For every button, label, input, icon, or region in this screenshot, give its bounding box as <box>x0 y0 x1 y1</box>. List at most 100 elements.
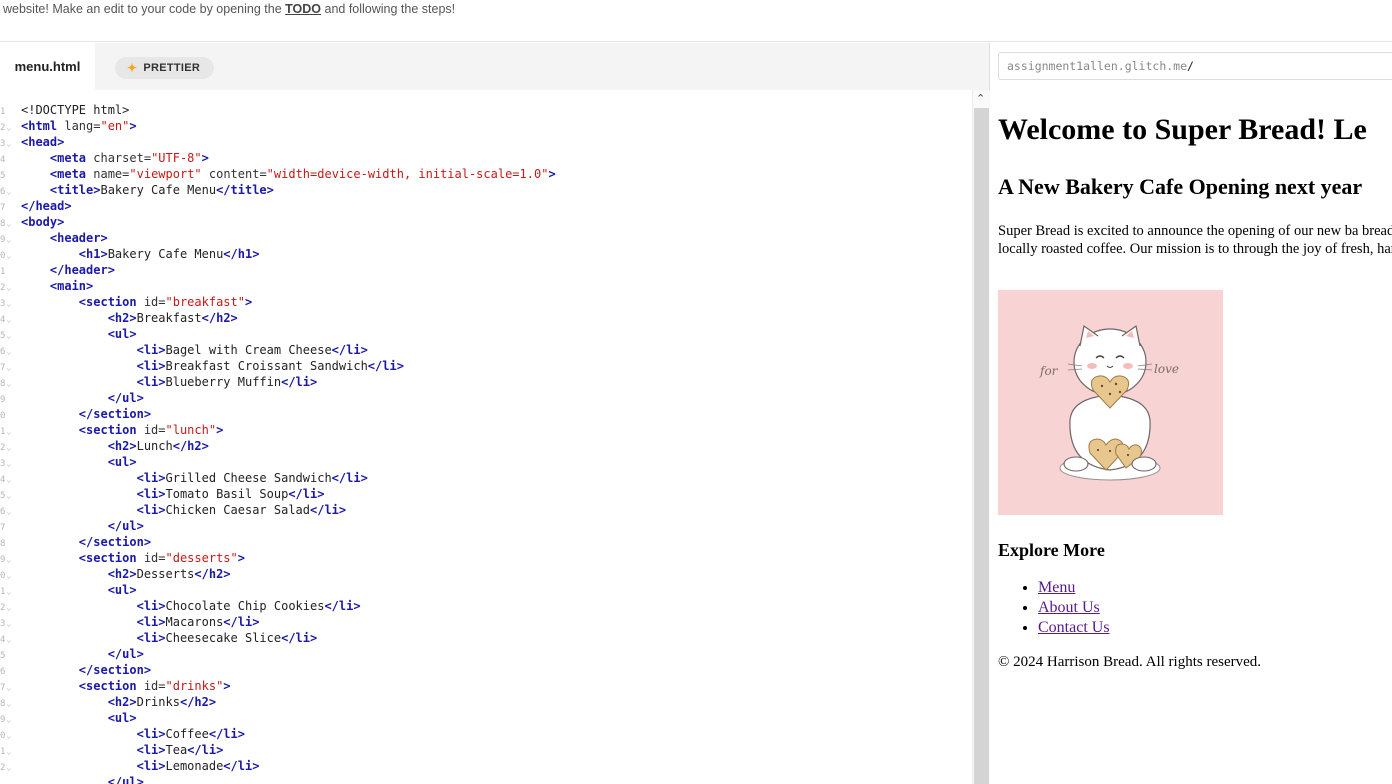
fold-chevron-icon[interactable]: ⌄ <box>6 219 11 228</box>
code-line[interactable]: <li>Bagel with Cream Cheese</li> <box>21 342 556 358</box>
code-line[interactable]: <li>Tomato Basil Soup</li> <box>21 486 556 502</box>
editor-scrollbar[interactable]: ⌃ <box>972 90 990 784</box>
code-line[interactable]: </section> <box>21 534 556 550</box>
code-line[interactable]: </section> <box>21 406 556 422</box>
code-token: Chocolate Chip Cookies <box>165 599 325 613</box>
fold-chevron-icon[interactable]: ⌄ <box>6 331 11 340</box>
fold-chevron-icon[interactable]: ⌄ <box>6 235 11 244</box>
code-token: <section <box>78 423 137 437</box>
code-line[interactable]: <li>Lemonade</li> <box>21 758 556 774</box>
code-token: Bagel with Cream Cheese <box>165 343 332 357</box>
code-line[interactable]: <main> <box>21 278 556 294</box>
code-line[interactable]: <li>Tea</li> <box>21 742 556 758</box>
code-line[interactable]: <!DOCTYPE html> <box>21 102 556 118</box>
code-line[interactable]: <html lang="en"> <box>21 118 556 134</box>
fold-chevron-icon[interactable]: ⌄ <box>6 587 11 596</box>
url-host: assignment1allen.glitch.me <box>1007 59 1188 73</box>
code-line[interactable]: <section id="breakfast"> <box>21 294 556 310</box>
fold-chevron-icon[interactable]: ⌄ <box>6 283 11 292</box>
code-line[interactable]: </section> <box>21 662 556 678</box>
fold-chevron-icon[interactable]: ⌄ <box>6 603 11 612</box>
fold-chevron-icon[interactable]: ⌄ <box>6 763 11 772</box>
fold-chevron-icon[interactable]: ⌄ <box>6 731 11 740</box>
code-line[interactable]: </ul> <box>21 774 556 784</box>
code-line[interactable]: <title>Bakery Cafe Menu</title> <box>21 182 556 198</box>
link-about-us[interactable]: About Us <box>1038 599 1100 616</box>
line-number: 3⌄ <box>0 299 12 309</box>
fold-chevron-icon[interactable]: ⌄ <box>6 459 11 468</box>
code-line[interactable]: <li>Chicken Caesar Salad</li> <box>21 502 556 518</box>
fold-chevron-icon[interactable]: ⌄ <box>6 251 11 260</box>
code-token: <li> <box>136 471 166 485</box>
code-line[interactable]: <h2>Lunch</h2> <box>21 438 556 454</box>
fold-chevron-icon[interactable]: ⌄ <box>6 747 11 756</box>
link-menu[interactable]: Menu <box>1038 579 1075 596</box>
code-line[interactable]: <body> <box>21 214 556 230</box>
fold-chevron-icon[interactable]: ⌄ <box>6 139 11 148</box>
code-line[interactable]: <h2>Breakfast</h2> <box>21 310 556 326</box>
code-line[interactable]: <meta charset="UTF-8"> <box>21 150 556 166</box>
fold-chevron-icon[interactable]: ⌄ <box>6 187 11 196</box>
code-token: "viewport" <box>129 167 202 181</box>
fold-chevron-icon[interactable]: ⌄ <box>6 555 11 564</box>
code-line[interactable]: <li>Macarons</li> <box>21 614 556 630</box>
fold-chevron-icon[interactable]: ⌄ <box>6 443 11 452</box>
code-editor[interactable]: 1 2⌄ 3⌄ 4 5 6⌄ 7 8⌄ 9⌄ 0⌄ 1 2⌄ 3⌄ 4⌄ 5⌄ 6⌄ 7⌄ 8⌄ 9 0 1⌄ 2⌄ 3⌄ 4… <box>0 90 972 784</box>
code-lines[interactable]: <!DOCTYPE html> <html lang="en"> <head> <m… <box>21 102 556 784</box>
fold-chevron-icon[interactable]: ⌄ <box>6 123 11 132</box>
code-line[interactable]: <li>Blueberry Muffin</li> <box>21 374 556 390</box>
fold-chevron-icon[interactable]: ⌄ <box>6 699 11 708</box>
fold-chevron-icon[interactable]: ⌄ <box>6 571 11 580</box>
preview-url-field[interactable]: assignment1allen.glitch.me/ <box>998 52 1392 80</box>
code-line[interactable]: <section id="drinks"> <box>21 678 556 694</box>
fold-chevron-icon[interactable]: ⌄ <box>6 715 11 724</box>
code-line[interactable]: <ul> <box>21 326 556 342</box>
chevron-up-icon[interactable]: ⌃ <box>976 92 985 105</box>
code-line[interactable]: </ul> <box>21 518 556 534</box>
fold-chevron-icon[interactable]: ⌄ <box>6 619 11 628</box>
scrollbar-thumb[interactable] <box>974 108 989 784</box>
code-line[interactable]: </header> <box>21 262 556 278</box>
code-line[interactable]: <section id="lunch"> <box>21 422 556 438</box>
code-line[interactable]: </ul> <box>21 390 556 406</box>
fold-chevron-icon[interactable]: ⌄ <box>6 491 11 500</box>
file-tab-menu-html[interactable]: menu.html <box>0 43 95 90</box>
fold-chevron-icon[interactable]: ⌄ <box>6 475 11 484</box>
line-number: 4 <box>0 155 6 165</box>
code-line[interactable]: </ul> <box>21 646 556 662</box>
code-line[interactable]: </head> <box>21 198 556 214</box>
code-line[interactable]: <li>Chocolate Chip Cookies</li> <box>21 598 556 614</box>
code-line[interactable]: <h2>Desserts</h2> <box>21 566 556 582</box>
code-line[interactable]: <ul> <box>21 454 556 470</box>
cat-illustration: for love <box>1039 324 1179 481</box>
code-line[interactable]: <h2>Drinks</h2> <box>21 694 556 710</box>
fold-chevron-icon[interactable]: ⌄ <box>6 299 11 308</box>
code-line[interactable]: <meta name="viewport" content="width=dev… <box>21 166 556 182</box>
code-line[interactable]: <li>Grilled Cheese Sandwich</li> <box>21 470 556 486</box>
code-line[interactable]: <ul> <box>21 710 556 726</box>
fold-chevron-icon[interactable]: ⌄ <box>6 507 11 516</box>
code-line[interactable]: <header> <box>21 230 556 246</box>
link-contact-us[interactable]: Contact Us <box>1038 619 1110 636</box>
code-line[interactable]: <li>Coffee</li> <box>21 726 556 742</box>
prettier-button[interactable]: ✦ PRETTIER <box>115 57 215 79</box>
fold-chevron-icon[interactable]: ⌄ <box>6 427 11 436</box>
code-token: content= <box>201 167 267 181</box>
code-line[interactable]: <ul> <box>21 582 556 598</box>
code-line[interactable]: <h1>Bakery Cafe Menu</h1> <box>21 246 556 262</box>
code-line[interactable]: <li>Breakfast Croissant Sandwich</li> <box>21 358 556 374</box>
code-token: </li> <box>288 487 325 501</box>
todo-link[interactable]: TODO <box>285 2 321 16</box>
image-text-love: love <box>1154 362 1179 376</box>
fold-chevron-icon[interactable]: ⌄ <box>6 315 11 324</box>
fold-chevron-icon[interactable]: ⌄ <box>6 683 11 692</box>
code-line[interactable]: <head> <box>21 134 556 150</box>
fold-chevron-icon[interactable]: ⌄ <box>6 347 11 356</box>
fold-chevron-icon[interactable]: ⌄ <box>6 379 11 388</box>
fold-chevron-icon[interactable]: ⌄ <box>6 363 11 372</box>
code-line[interactable]: <li>Cheesecake Slice</li> <box>21 630 556 646</box>
code-line[interactable]: <section id="desserts"> <box>21 550 556 566</box>
fold-chevron-icon[interactable]: ⌄ <box>6 635 11 644</box>
